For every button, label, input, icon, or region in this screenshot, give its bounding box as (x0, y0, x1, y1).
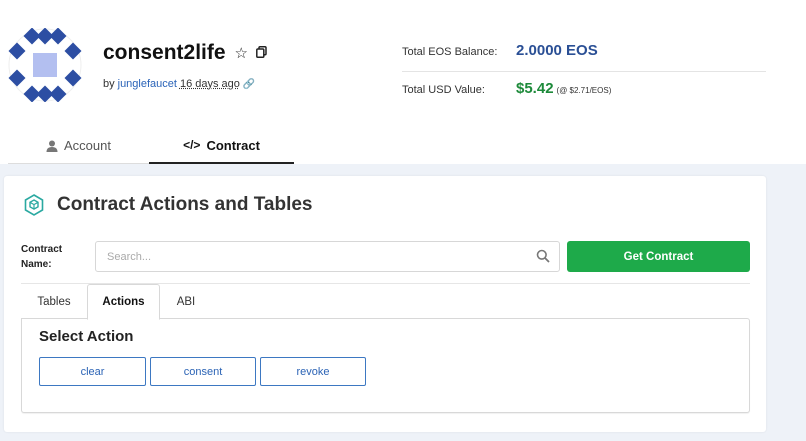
eos-balance-row: Total EOS Balance: 2.0000 EOS (402, 42, 766, 72)
usd-rate: (@ $2.71/EOS) (556, 86, 612, 95)
account-name: consent2life (103, 41, 226, 64)
account-avatar (8, 28, 82, 102)
contract-card: Contract Actions and Tables Contract Nam… (4, 176, 766, 432)
usd-value-label: Total USD Value: (402, 84, 485, 96)
contract-search-input[interactable] (96, 242, 516, 271)
by-prefix: by (103, 78, 115, 90)
eos-balance-value: 2.0000 EOS (516, 42, 598, 59)
select-action-title: Select Action (39, 328, 134, 345)
action-button-clear[interactable]: clear (39, 357, 146, 386)
account-title: consent2life ☆ (103, 41, 267, 65)
copy-icon[interactable] (256, 45, 267, 62)
contract-name-label: Contract Name: (21, 244, 63, 270)
tab-abi[interactable]: ABI (160, 284, 212, 319)
contract-search-box (95, 241, 560, 272)
created-time: 16 days ago (179, 78, 240, 90)
tab-contract[interactable]: </> Contract (149, 128, 294, 164)
action-button-consent[interactable]: consent (150, 357, 256, 386)
hexagon-cubes-icon (24, 194, 44, 216)
account-header: consent2life ☆ by junglefaucet 16 days a… (0, 0, 806, 128)
tab-account-label: Account (64, 138, 111, 153)
eos-balance-label: Total EOS Balance: (402, 46, 498, 58)
contract-title: Contract Actions and Tables (22, 193, 312, 217)
contract-main: Contract Actions and Tables Contract Nam… (0, 164, 806, 441)
code-icon: </> (183, 138, 201, 152)
user-icon (46, 140, 58, 152)
usd-value: $5.42 (516, 80, 554, 97)
link-icon[interactable]: 🔗 (243, 79, 255, 90)
actions-panel: Select Action clear consent revoke (21, 318, 750, 413)
tab-actions[interactable]: Actions (87, 284, 160, 320)
tab-contract-label: Contract (206, 137, 260, 153)
account-byline: by junglefaucet 16 days ago 🔗 (103, 78, 255, 90)
usd-value-row: Total USD Value: $5.42 (@ $2.71/EOS) (402, 80, 766, 97)
search-icon[interactable] (536, 249, 550, 263)
get-contract-button[interactable]: Get Contract (567, 241, 750, 272)
star-outline-icon[interactable]: ☆ (235, 44, 248, 62)
account-tabs: Account </> Contract (0, 128, 806, 164)
tab-account[interactable]: Account (8, 128, 149, 164)
tab-tables[interactable]: Tables (21, 284, 87, 319)
contract-title-text: Contract Actions and Tables (57, 194, 313, 215)
action-button-revoke[interactable]: revoke (260, 357, 366, 386)
author-link[interactable]: junglefaucet (118, 78, 177, 90)
